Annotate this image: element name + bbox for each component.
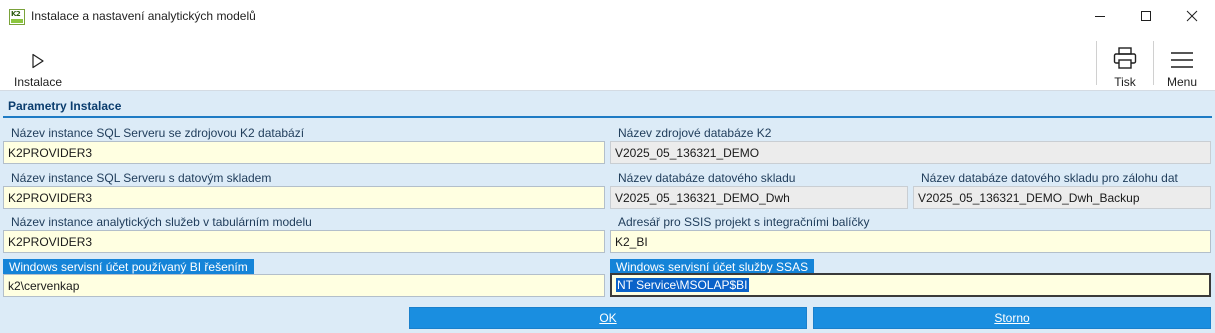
bi-account-label: Windows servisní účet používaný BI řešen… — [3, 259, 254, 274]
sql-source-input[interactable]: K2PROVIDER3 — [3, 141, 605, 164]
install-button[interactable]: Instalace — [9, 33, 67, 89]
hamburger-menu-icon — [1171, 52, 1193, 68]
window-title: Instalace a nastavení analytických model… — [31, 9, 256, 23]
ssas-account-label: Windows servisní účet služby SSAS — [610, 259, 815, 274]
ssas-account-input[interactable]: NT Service\MSOLAP$BI — [610, 273, 1211, 297]
bi-account-input[interactable]: k2\cervenkap — [3, 274, 605, 297]
print-button[interactable]: Tisk — [1099, 33, 1151, 89]
toolbar-separator — [1096, 41, 1097, 85]
menu-button[interactable]: Menu — [1157, 33, 1207, 89]
dwh-backup-label: Název databáze datového skladu pro záloh… — [921, 171, 1178, 185]
selected-text: NT Service\MSOLAP$BI — [616, 278, 749, 292]
sql-dwh-input[interactable]: K2PROVIDER3 — [3, 186, 605, 209]
title-bar: K2 Instalace a nastavení analytických mo… — [0, 0, 1215, 34]
cancel-button[interactable]: Storno — [813, 307, 1211, 329]
sql-source-label: Název instance SQL Serveru se zdrojovou … — [11, 126, 305, 140]
ssis-dir-input[interactable]: K2_BI — [610, 230, 1211, 253]
source-db-label: Název zdrojové databáze K2 — [618, 126, 772, 140]
toolbar: Instalace Tisk Menu — [0, 33, 1215, 91]
play-icon — [32, 53, 44, 69]
minimize-icon — [1095, 16, 1105, 17]
dwh-db-field: V2025_05_136321_DEMO_Dwh — [610, 186, 908, 209]
maximize-button[interactable] — [1123, 0, 1169, 32]
minimize-button[interactable] — [1077, 0, 1123, 32]
printer-icon — [1113, 47, 1137, 69]
close-button[interactable] — [1169, 0, 1215, 32]
dwh-db-label: Název databáze datového skladu — [618, 171, 796, 185]
ssas-instance-input[interactable]: K2PROVIDER3 — [3, 230, 605, 253]
installation-panel: Parametry Instalace Název instance SQL S… — [0, 91, 1215, 333]
source-db-field: V2025_05_136321_DEMO — [610, 141, 1211, 164]
dwh-backup-field: V2025_05_136321_DEMO_Dwh_Backup — [913, 186, 1211, 209]
ssas-instance-label: Název instance analytických služeb v tab… — [11, 215, 312, 229]
ssis-dir-label: Adresář pro SSIS projekt s integračními … — [618, 215, 870, 229]
close-icon — [1186, 10, 1198, 22]
sql-dwh-label: Název instance SQL Serveru s datovým skl… — [11, 171, 272, 185]
toolbar-separator — [1153, 41, 1154, 85]
ok-button[interactable]: OK — [409, 307, 807, 329]
app-logo-icon: K2 — [9, 9, 25, 25]
maximize-icon — [1141, 11, 1151, 21]
section-title: Parametry Instalace — [8, 99, 122, 113]
section-divider — [3, 116, 1212, 118]
